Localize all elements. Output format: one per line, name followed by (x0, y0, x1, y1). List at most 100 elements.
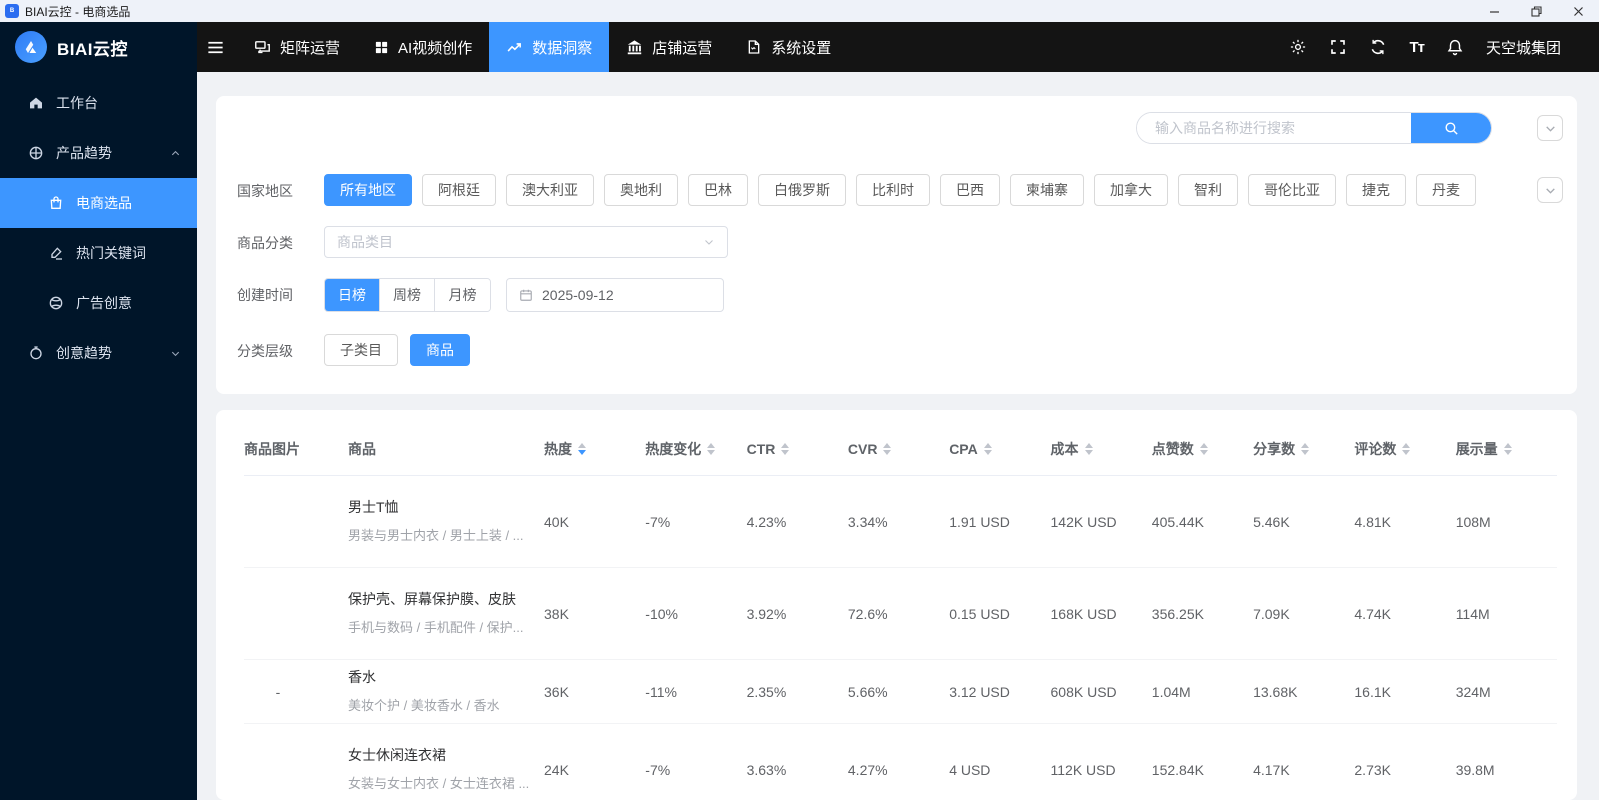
likes-value: 356.25K (1151, 605, 1204, 622)
tab-label: 系统设置 (771, 39, 832, 57)
country-option[interactable]: 丹麦 (1416, 174, 1476, 206)
product-image-missing: - (275, 683, 281, 700)
column-header-heat[interactable]: 热度 (544, 439, 645, 459)
sort-icon (1402, 442, 1411, 455)
fullscreen-icon[interactable] (1329, 38, 1347, 56)
sort-icon (1503, 442, 1512, 455)
likes-value: 1.04M (1151, 683, 1191, 700)
impressions-value: 39.8M (1455, 761, 1495, 778)
level-option-subcategory[interactable]: 子类目 (324, 334, 398, 366)
column-header-comments[interactable]: 评论数 (1354, 439, 1455, 459)
sidebar-item-creative-trends[interactable]: 创意趋势 (0, 328, 197, 378)
level-option-product[interactable]: 商品 (410, 334, 470, 366)
sidebar-item-ad-creative[interactable]: 广告创意 (0, 278, 197, 328)
product-category: 女装与女士内衣 / 女士连衣裙 ... (348, 776, 530, 792)
tab-data-insights[interactable]: 数据洞察 (489, 22, 610, 72)
sidebar-item-product-trends[interactable]: 产品趋势 (0, 128, 197, 178)
table-row[interactable]: 保护壳、屏幕保护膜、皮肤 手机与数码 / 手机配件 / 保护... 38K -1… (244, 568, 1557, 660)
column-header-heat-change[interactable]: 热度变化 (645, 439, 746, 459)
menu-toggle-icon[interactable] (197, 22, 237, 72)
shares-value: 7.09K (1253, 605, 1290, 622)
product-name: 香水 (348, 668, 376, 685)
filter-label: 分类层级 (237, 343, 293, 359)
column-header-likes[interactable]: 点赞数 (1152, 439, 1253, 459)
product-table: 商品图片 商品 热度 热度变化 CTR CVR CPA 成本 点赞数 分享数 评… (216, 410, 1577, 800)
search-button[interactable] (1411, 113, 1491, 143)
settings-doc-icon (746, 39, 762, 55)
tab-ai-video-creation[interactable]: AI视频创作 (357, 22, 489, 72)
heat-change-value: -11% (645, 683, 677, 700)
country-option[interactable]: 巴西 (940, 174, 1000, 206)
country-option[interactable]: 智利 (1178, 174, 1238, 206)
column-header-ctr[interactable]: CTR (747, 441, 848, 457)
product-name: 男士T恤 (348, 498, 399, 515)
cost-value: 608K USD (1050, 683, 1117, 700)
collapse-search-button[interactable] (1537, 115, 1563, 141)
country-option[interactable]: 加拿大 (1094, 174, 1168, 206)
country-option[interactable]: 奥地利 (604, 174, 678, 206)
table-row[interactable]: 男士T恤 男装与男士内衣 / 男士上装 / ... 40K -7% 4.23% … (244, 476, 1557, 568)
restore-button[interactable] (1515, 0, 1557, 22)
comments-value: 2.73K (1354, 761, 1391, 778)
column-header-cost[interactable]: 成本 (1051, 439, 1152, 459)
sort-icon (1301, 442, 1310, 455)
bell-icon[interactable] (1446, 38, 1464, 56)
filter-label: 商品分类 (237, 235, 293, 251)
tab-store-operations[interactable]: 店铺运营 (609, 22, 729, 72)
chevron-up-icon (170, 148, 181, 159)
search-input[interactable] (1137, 113, 1411, 143)
sidebar-item-workbench[interactable]: 工作台 (0, 78, 197, 128)
sort-icon (983, 442, 992, 455)
time-tab-weekly[interactable]: 周榜 (380, 279, 435, 311)
country-option[interactable]: 白俄罗斯 (758, 174, 846, 206)
country-option[interactable]: 哥伦比亚 (1248, 174, 1336, 206)
column-header-cpa[interactable]: CPA (949, 441, 1050, 457)
compass-icon (28, 145, 44, 161)
category-select[interactable]: 商品类目 (324, 226, 728, 258)
time-tab-daily[interactable]: 日榜 (325, 279, 380, 311)
sidebar-item-hot-keywords[interactable]: 热门关键词 (0, 228, 197, 278)
search-box (1136, 112, 1492, 144)
tab-system-settings[interactable]: 系统设置 (729, 22, 848, 72)
column-header-shares[interactable]: 分享数 (1253, 439, 1354, 459)
collapse-countries-button[interactable] (1537, 177, 1563, 203)
sidebar-item-label: 工作台 (56, 95, 98, 111)
table-row[interactable]: - 香水 美妆个护 / 美妆香水 / 香水 36K -11% 2.35% 5.6… (244, 660, 1557, 724)
filter-row-level: 分类层级 子类目 商品 (237, 334, 1563, 366)
close-icon[interactable] (1557, 0, 1599, 22)
tab-matrix-operations[interactable]: 矩阵运营 (237, 22, 357, 72)
product-cell: 女士休闲连衣裙 女装与女士内衣 / 女士连衣裙 ... (348, 747, 544, 793)
sidebar-item-label: 电商选品 (76, 195, 132, 211)
date-value: 2025-09-12 (542, 287, 614, 303)
column-header-cvr[interactable]: CVR (848, 441, 949, 457)
country-option[interactable]: 比利时 (856, 174, 930, 206)
sidebar: BIAI云控 工作台 产品趋势 电商选品 热门关键词 广告创意 创意趋势 (0, 22, 197, 800)
country-option[interactable]: 捷克 (1346, 174, 1406, 206)
tab-label: AI视频创作 (398, 39, 473, 57)
gear-icon[interactable] (1289, 38, 1307, 56)
column-header-impressions[interactable]: 展示量 (1456, 439, 1557, 459)
time-tab-monthly[interactable]: 月榜 (435, 279, 490, 311)
table-row[interactable]: 女士休闲连衣裙 女装与女士内衣 / 女士连衣裙 ... 24K -7% 3.63… (244, 724, 1557, 800)
pencil-icon (48, 245, 64, 261)
country-option[interactable]: 阿根廷 (422, 174, 496, 206)
font-size-icon[interactable]: Tᴛ (1409, 39, 1424, 56)
sidebar-item-ecommerce-picks[interactable]: 电商选品 (0, 178, 197, 228)
filter-row-category: 商品分类 商品类目 (237, 226, 1563, 258)
column-header-image: 商品图片 (244, 440, 300, 457)
country-option[interactable]: 巴林 (688, 174, 748, 206)
minimize-button[interactable] (1473, 0, 1515, 22)
date-picker[interactable]: 2025-09-12 (506, 278, 724, 312)
product-cell: 男士T恤 男装与男士内衣 / 男士上装 / ... (348, 499, 544, 545)
shares-value: 5.46K (1253, 513, 1290, 530)
country-option[interactable]: 柬埔寨 (1010, 174, 1084, 206)
country-option[interactable]: 澳大利亚 (506, 174, 594, 206)
os-titlebar: B BIAI云控 - 电商选品 (0, 0, 1599, 22)
sidebar-menu: 工作台 产品趋势 电商选品 热门关键词 广告创意 创意趋势 (0, 72, 197, 378)
refresh-icon[interactable] (1369, 38, 1387, 56)
chevron-down-icon (703, 236, 715, 248)
cvr-value: 3.34% (847, 513, 888, 530)
country-option[interactable]: 所有地区 (324, 174, 412, 206)
sort-icon (1084, 442, 1093, 455)
brand-name: BIAI云控 (57, 39, 128, 59)
